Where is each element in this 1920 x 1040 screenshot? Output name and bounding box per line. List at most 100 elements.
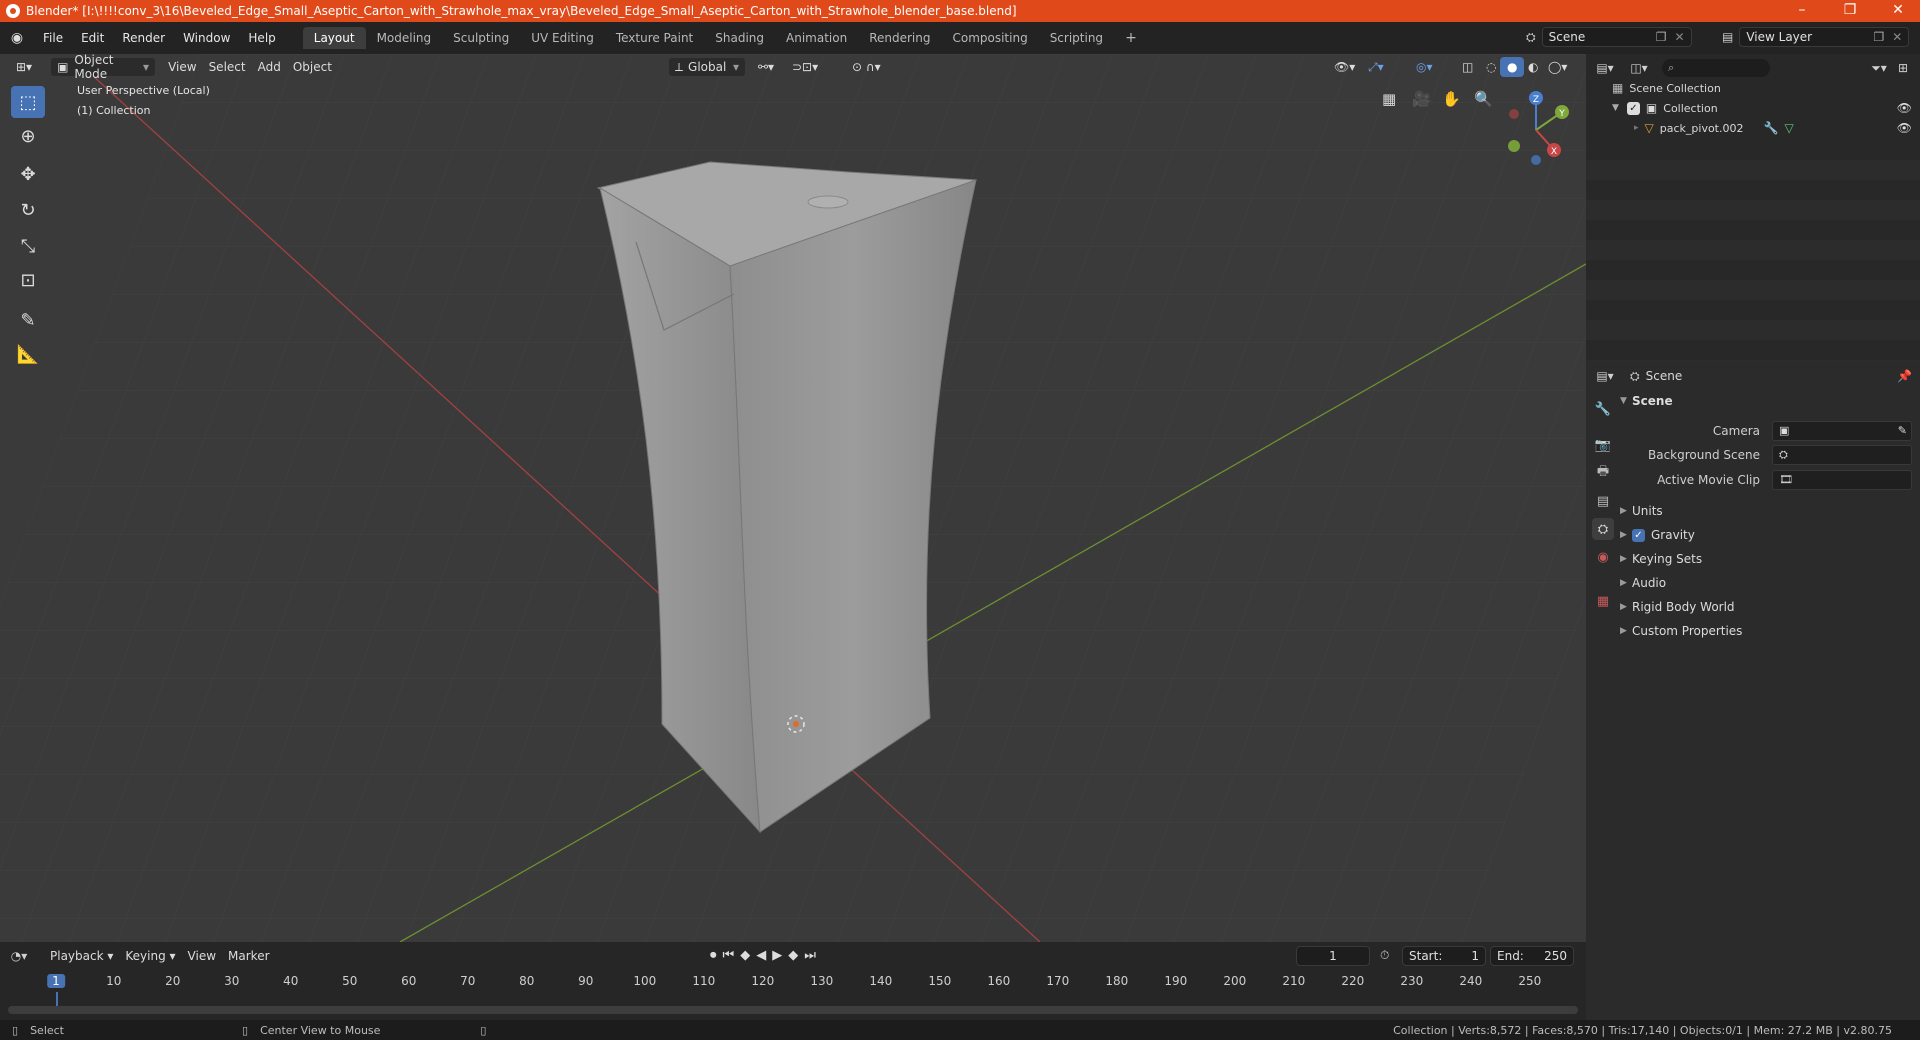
minimize-button[interactable]: – bbox=[1780, 0, 1824, 22]
tab-scripting[interactable]: Scripting bbox=[1039, 27, 1114, 49]
view-layer-remove-icon[interactable]: ✕ bbox=[1892, 30, 1902, 44]
scene-tab-icon[interactable]: ⛭ bbox=[1592, 518, 1614, 540]
camera-field[interactable]: ▣ ✎ bbox=[1772, 421, 1912, 441]
visibility-icon[interactable]: 👁▾ bbox=[1328, 57, 1361, 77]
start-frame-field[interactable]: Start: 1 bbox=[1402, 946, 1486, 966]
toggle-grid-view-icon[interactable]: ▦ bbox=[1382, 90, 1396, 108]
timeline-menu-playback[interactable]: Playback ▾ bbox=[44, 946, 119, 966]
scene-copy-icon[interactable]: ❐ bbox=[1656, 30, 1667, 44]
new-collection-icon[interactable]: ⊞ bbox=[1894, 61, 1912, 75]
tab-texture-paint[interactable]: Texture Paint bbox=[605, 27, 704, 49]
next-keyframe-icon[interactable]: ◆ bbox=[788, 948, 804, 963]
scene-remove-icon[interactable]: ✕ bbox=[1675, 30, 1685, 44]
view-layer-selector[interactable]: View Layer ❐ ✕ bbox=[1739, 27, 1910, 47]
viewport-menu-select[interactable]: Select bbox=[203, 57, 252, 77]
timeline-editor-type-icon[interactable]: ◔▾ bbox=[10, 949, 28, 963]
proportional-edit-icon[interactable]: ⊙ ∩▾ bbox=[846, 57, 887, 77]
expand-arrow-icon[interactable]: ▸ bbox=[1634, 123, 1639, 133]
scene-selector[interactable]: Scene ❐ ✕ bbox=[1541, 27, 1692, 47]
snap-icon[interactable]: ⊃⊡▾ bbox=[786, 57, 824, 77]
scale-tool[interactable]: ⤡ bbox=[11, 230, 45, 262]
pin-icon[interactable]: 📌 bbox=[1897, 369, 1912, 383]
object-visibility-icon[interactable]: 👁 bbox=[1897, 121, 1912, 135]
measure-tool[interactable]: 📐 bbox=[11, 338, 45, 370]
viewport-menu-add[interactable]: Add bbox=[252, 57, 287, 77]
properties-editor-type-icon[interactable]: ▤▾ bbox=[1596, 369, 1614, 383]
pan-view-icon[interactable]: ✋ bbox=[1442, 90, 1461, 108]
3d-viewport[interactable]: ⊞▾ ▣ Object Mode ▾ View Select Add Objec… bbox=[0, 54, 1586, 942]
outliner-collection-row[interactable]: ▼ ✓ ▣ Collection 👁 bbox=[1612, 98, 1912, 118]
outliner-object-row[interactable]: ▸ ▽ pack_pivot.002 🔧 ▽ 👁 bbox=[1634, 118, 1912, 138]
timeline-menu-keying[interactable]: Keying ▾ bbox=[119, 946, 181, 966]
record-button-icon[interactable]: ⏺ bbox=[710, 948, 723, 963]
add-workspace-button[interactable]: + bbox=[1114, 26, 1148, 50]
texture-tab-icon[interactable]: ▦ bbox=[1592, 590, 1614, 612]
gravity-panel[interactable]: ▶ ✓ Gravity bbox=[1620, 524, 1910, 546]
blender-menu-icon[interactable]: ◉ bbox=[0, 30, 34, 46]
navigation-gizmo[interactable]: Z Y X bbox=[1496, 90, 1576, 170]
solid-shading-icon[interactable]: ● bbox=[1500, 57, 1525, 77]
stopwatch-icon[interactable]: ⏱ bbox=[1380, 948, 1389, 963]
view-layer-tab-icon[interactable]: ▤ bbox=[1592, 490, 1614, 512]
play-reverse-icon[interactable]: ◀ bbox=[756, 948, 772, 963]
filter-icon[interactable]: ⏷▾ bbox=[1870, 61, 1888, 76]
tool-tab-icon[interactable]: 🔧 bbox=[1592, 398, 1614, 420]
collection-checkbox[interactable]: ✓ bbox=[1626, 101, 1640, 115]
collapse-arrow-icon[interactable]: ▼ bbox=[1612, 103, 1619, 113]
output-tab-icon[interactable]: 🖶 bbox=[1592, 462, 1614, 484]
tab-shading[interactable]: Shading bbox=[704, 27, 775, 49]
select-box-tool[interactable]: ⬚ bbox=[11, 86, 45, 118]
gizmo-toggle-icon[interactable]: ⤢▾ bbox=[1362, 57, 1390, 77]
audio-panel[interactable]: ▶ Audio bbox=[1620, 572, 1910, 594]
gravity-checkbox[interactable]: ✓ bbox=[1632, 528, 1645, 542]
viewport-menu-object[interactable]: Object bbox=[287, 57, 338, 77]
annotate-tool[interactable]: ✎ bbox=[11, 304, 45, 336]
transform-orientation-dropdown[interactable]: ⟂ Global ▾ bbox=[668, 57, 746, 77]
view-layer-copy-icon[interactable]: ❐ bbox=[1874, 30, 1885, 44]
prev-keyframe-icon[interactable]: ◆ bbox=[740, 948, 756, 963]
tab-layout[interactable]: Layout bbox=[302, 27, 366, 49]
outliner-editor-type-icon[interactable]: ▤▾ bbox=[1596, 61, 1614, 75]
world-tab-icon[interactable]: ◉ bbox=[1592, 546, 1614, 568]
editor-type-icon[interactable]: ⊞▾ bbox=[10, 57, 38, 77]
timeline-menu-view[interactable]: View bbox=[182, 946, 222, 966]
display-mode-icon[interactable]: ◫▾ bbox=[1630, 61, 1648, 75]
current-frame-field[interactable]: 1 bbox=[1296, 946, 1370, 966]
units-panel[interactable]: ▶ Units bbox=[1620, 500, 1910, 522]
rotate-tool[interactable]: ↻ bbox=[11, 194, 45, 226]
overlays-toggle-icon[interactable]: ◎▾ bbox=[1410, 57, 1439, 77]
jump-start-icon[interactable]: ⏮ bbox=[723, 948, 741, 963]
active-movie-clip-field[interactable]: 🎞 bbox=[1772, 470, 1912, 490]
cursor-tool[interactable]: ⊕ bbox=[11, 120, 45, 152]
xray-toggle-icon[interactable]: ◫ bbox=[1456, 57, 1479, 77]
play-icon[interactable]: ▶ bbox=[772, 948, 788, 963]
tab-rendering[interactable]: Rendering bbox=[858, 27, 941, 49]
tab-compositing[interactable]: Compositing bbox=[941, 27, 1038, 49]
rendered-shading-icon[interactable]: ◯▾ bbox=[1542, 57, 1573, 77]
tab-sculpting[interactable]: Sculpting bbox=[442, 27, 520, 49]
tab-modeling[interactable]: Modeling bbox=[366, 27, 443, 49]
viewport-menu-view[interactable]: View bbox=[162, 57, 202, 77]
playhead-line[interactable] bbox=[56, 992, 58, 1006]
pivot-point-icon[interactable]: ⚯▾ bbox=[752, 57, 780, 77]
eyedropper-icon[interactable]: ✎ bbox=[1898, 424, 1907, 437]
menu-file[interactable]: File bbox=[34, 31, 72, 45]
keying-sets-panel[interactable]: ▶ Keying Sets bbox=[1620, 548, 1910, 570]
maximize-button[interactable]: ❐ bbox=[1828, 0, 1872, 22]
move-tool[interactable]: ✥ bbox=[11, 158, 45, 190]
timeline-menu-marker[interactable]: Marker bbox=[222, 946, 275, 966]
menu-help[interactable]: Help bbox=[239, 31, 284, 45]
frame-ruler[interactable]: 1 10 20 30 40 50 60 70 80 90 100 110 120 130 140 150 160… bbox=[8, 974, 1578, 1006]
rigid-body-world-panel[interactable]: ▶ Rigid Body World bbox=[1620, 596, 1910, 618]
outliner-search-input[interactable]: ⌕ bbox=[1662, 59, 1770, 77]
menu-window[interactable]: Window bbox=[174, 31, 239, 45]
jump-end-icon[interactable]: ⏭ bbox=[804, 948, 822, 963]
collection-visibility-icon[interactable]: 👁 bbox=[1897, 101, 1912, 115]
menu-edit[interactable]: Edit bbox=[72, 31, 113, 45]
zoom-view-icon[interactable]: 🔍 bbox=[1474, 90, 1493, 108]
end-frame-field[interactable]: End: 250 bbox=[1490, 946, 1574, 966]
menu-render[interactable]: Render bbox=[113, 31, 174, 45]
custom-properties-panel[interactable]: ▶ Custom Properties bbox=[1620, 620, 1910, 642]
background-scene-field[interactable]: ⛭ bbox=[1772, 445, 1912, 465]
scene-panel-header[interactable]: ▼ Scene bbox=[1620, 390, 1910, 412]
